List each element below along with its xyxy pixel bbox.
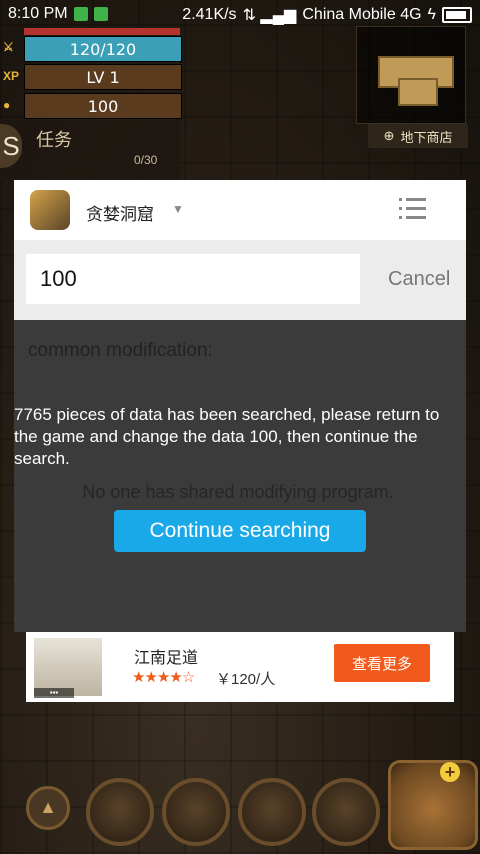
skill-slot[interactable] xyxy=(312,778,380,846)
search-area: Cancel xyxy=(14,240,466,320)
caret-down-icon[interactable]: ▼ xyxy=(172,202,184,216)
gold-bar: 100 xyxy=(24,93,182,119)
quest-count: 0/30 xyxy=(134,153,158,167)
level-bar: LV 1 xyxy=(24,64,182,90)
backpack-icon[interactable] xyxy=(388,760,478,850)
charging-icon: ϟ xyxy=(427,6,436,23)
dialog-body: common modification: 7765 pieces of data… xyxy=(14,320,466,632)
dialog-header: 贪婪洞窟 ▼ xyxy=(14,180,466,240)
hp-bar-top xyxy=(24,28,180,35)
continue-searching-button[interactable]: Continue searching xyxy=(114,510,366,552)
app-notification-icon xyxy=(93,7,108,21)
app-name[interactable]: 贪婪洞窟 xyxy=(86,200,154,225)
search-result-message: 7765 pieces of data has been searched, p… xyxy=(14,405,440,468)
signal-icon: ⇅ ▂▄▆ xyxy=(242,7,297,24)
ad-more-button[interactable]: 查看更多 xyxy=(334,644,430,682)
advertisement-banner[interactable]: ▪▪▪ 江南足道 ★★★★☆ ￥120/人 查看更多 xyxy=(26,632,454,702)
skill-slot[interactable] xyxy=(162,778,230,846)
expand-up-icon[interactable]: ▲ xyxy=(26,786,70,830)
sword-icon: ⚔ xyxy=(3,40,14,54)
minimap-room xyxy=(398,78,438,106)
skill-slot[interactable] xyxy=(238,778,306,846)
battery-icon xyxy=(442,7,472,23)
app-icon xyxy=(30,190,70,230)
zoom-icon: ⊕ xyxy=(383,128,395,143)
app-notification-icon xyxy=(73,7,88,21)
carrier-label: China Mobile 4G xyxy=(302,6,422,23)
map-location-text: 地下商店 xyxy=(400,129,453,145)
map-location-label[interactable]: ⊕ 地下商店 xyxy=(368,124,468,148)
plus-icon: + xyxy=(440,762,460,782)
ad-tag: ▪▪▪ xyxy=(34,688,74,698)
ad-title: 江南足道 xyxy=(134,650,199,667)
no-shared-program-text: No one has shared modifying program. xyxy=(82,482,394,502)
quest-panel[interactable] xyxy=(0,120,180,180)
clock: 8:10 PM xyxy=(8,5,68,22)
common-modification-label: common modification: xyxy=(28,340,213,361)
ad-price: ￥120/人 xyxy=(216,671,276,688)
rating-stars: ★★★★☆ xyxy=(132,669,195,686)
network-speed: 2.41K/s xyxy=(182,6,237,23)
skill-slot[interactable] xyxy=(86,778,154,846)
xp-icon: XP xyxy=(3,69,20,83)
menu-icon[interactable] xyxy=(399,198,426,222)
quest-title: 任务 xyxy=(36,130,72,150)
search-input[interactable] xyxy=(26,254,360,304)
gold-icon: ● xyxy=(3,98,11,112)
hp-bar: 120/120 xyxy=(24,36,182,62)
cancel-button[interactable]: Cancel xyxy=(388,268,450,291)
